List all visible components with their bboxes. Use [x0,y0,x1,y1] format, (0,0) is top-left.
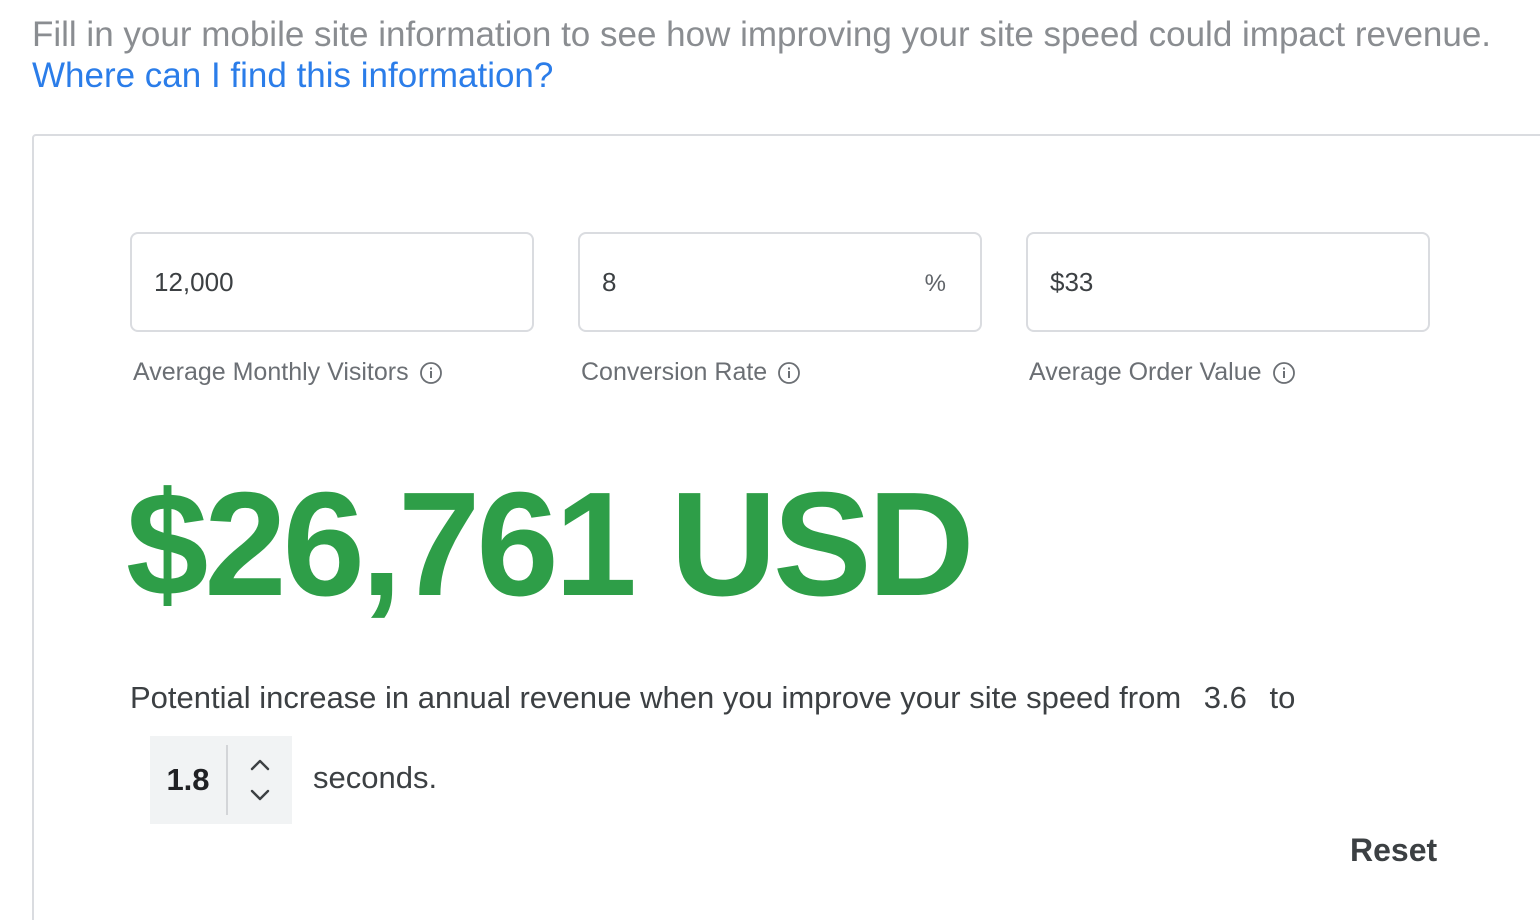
description-text: Potential increase in annual revenue whe… [130,680,1182,715]
info-icon[interactable] [777,361,801,385]
conversion-rate-label: Conversion Rate [581,358,768,386]
stepper-arrows [228,736,292,824]
conversion-rate-input[interactable] [602,234,922,330]
target-speed-stepper[interactable]: 1.8 [150,736,292,824]
order-value-label: Average Order Value [1029,358,1262,386]
chevron-down-icon[interactable] [245,780,275,810]
find-info-link[interactable]: Where can I find this information? [32,56,553,95]
conversion-rate-field[interactable]: % [578,232,982,332]
monthly-visitors-label: Average Monthly Visitors [133,358,409,386]
monthly-visitors-field[interactable] [130,232,534,332]
order-value-field[interactable] [1026,232,1430,332]
revenue-calculator-page: Fill in your mobile site information to … [0,0,1540,920]
order-value-input[interactable] [1050,234,1370,330]
reset-button[interactable]: Reset [1346,830,1441,871]
chevron-up-icon[interactable] [245,750,275,780]
info-icon[interactable] [419,361,443,385]
seconds-unit: seconds. [313,760,438,795]
result-description: Potential increase in annual revenue whe… [130,680,1295,716]
monthly-visitors-input[interactable] [154,234,474,330]
to-word: to [1269,680,1296,715]
intro-description: Fill in your mobile site information to … [32,15,1492,54]
order-value-label-row: Average Order Value [1029,358,1296,387]
info-icon[interactable] [1272,361,1296,385]
target-speed-value[interactable]: 1.8 [150,762,226,798]
current-speed-value: 3.6 [1203,680,1247,715]
percent-suffix: % [924,270,946,297]
conversion-rate-label-row: Conversion Rate [581,358,801,387]
intro-text: Fill in your mobile site information to … [32,14,1502,96]
revenue-result: $26,761 USD [126,462,975,627]
monthly-visitors-label-row: Average Monthly Visitors [133,358,443,387]
